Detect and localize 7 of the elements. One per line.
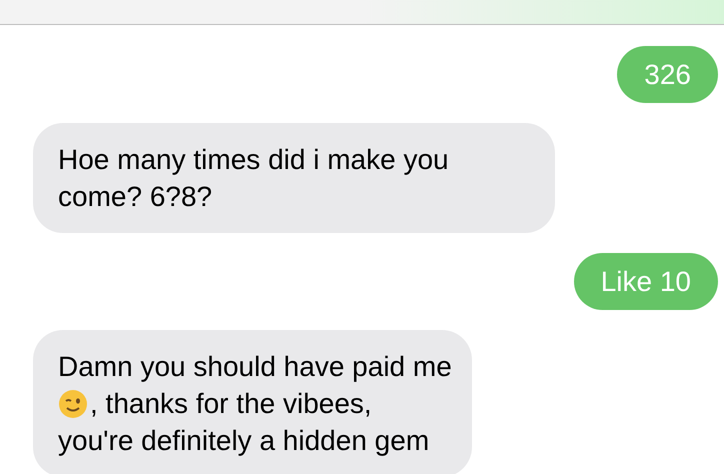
message-text: Damn you should have paid me (58, 350, 452, 384)
message-text: 326 (644, 58, 691, 91)
winking-emoji-icon (58, 388, 88, 418)
message-text: , thanks for the vibees, (90, 387, 372, 421)
message-text: Hoe many times did i make you come? 6?8? (58, 143, 450, 214)
message-text: Like 10 (600, 265, 691, 298)
message-text: you're definitely a hidden gem (58, 424, 430, 458)
